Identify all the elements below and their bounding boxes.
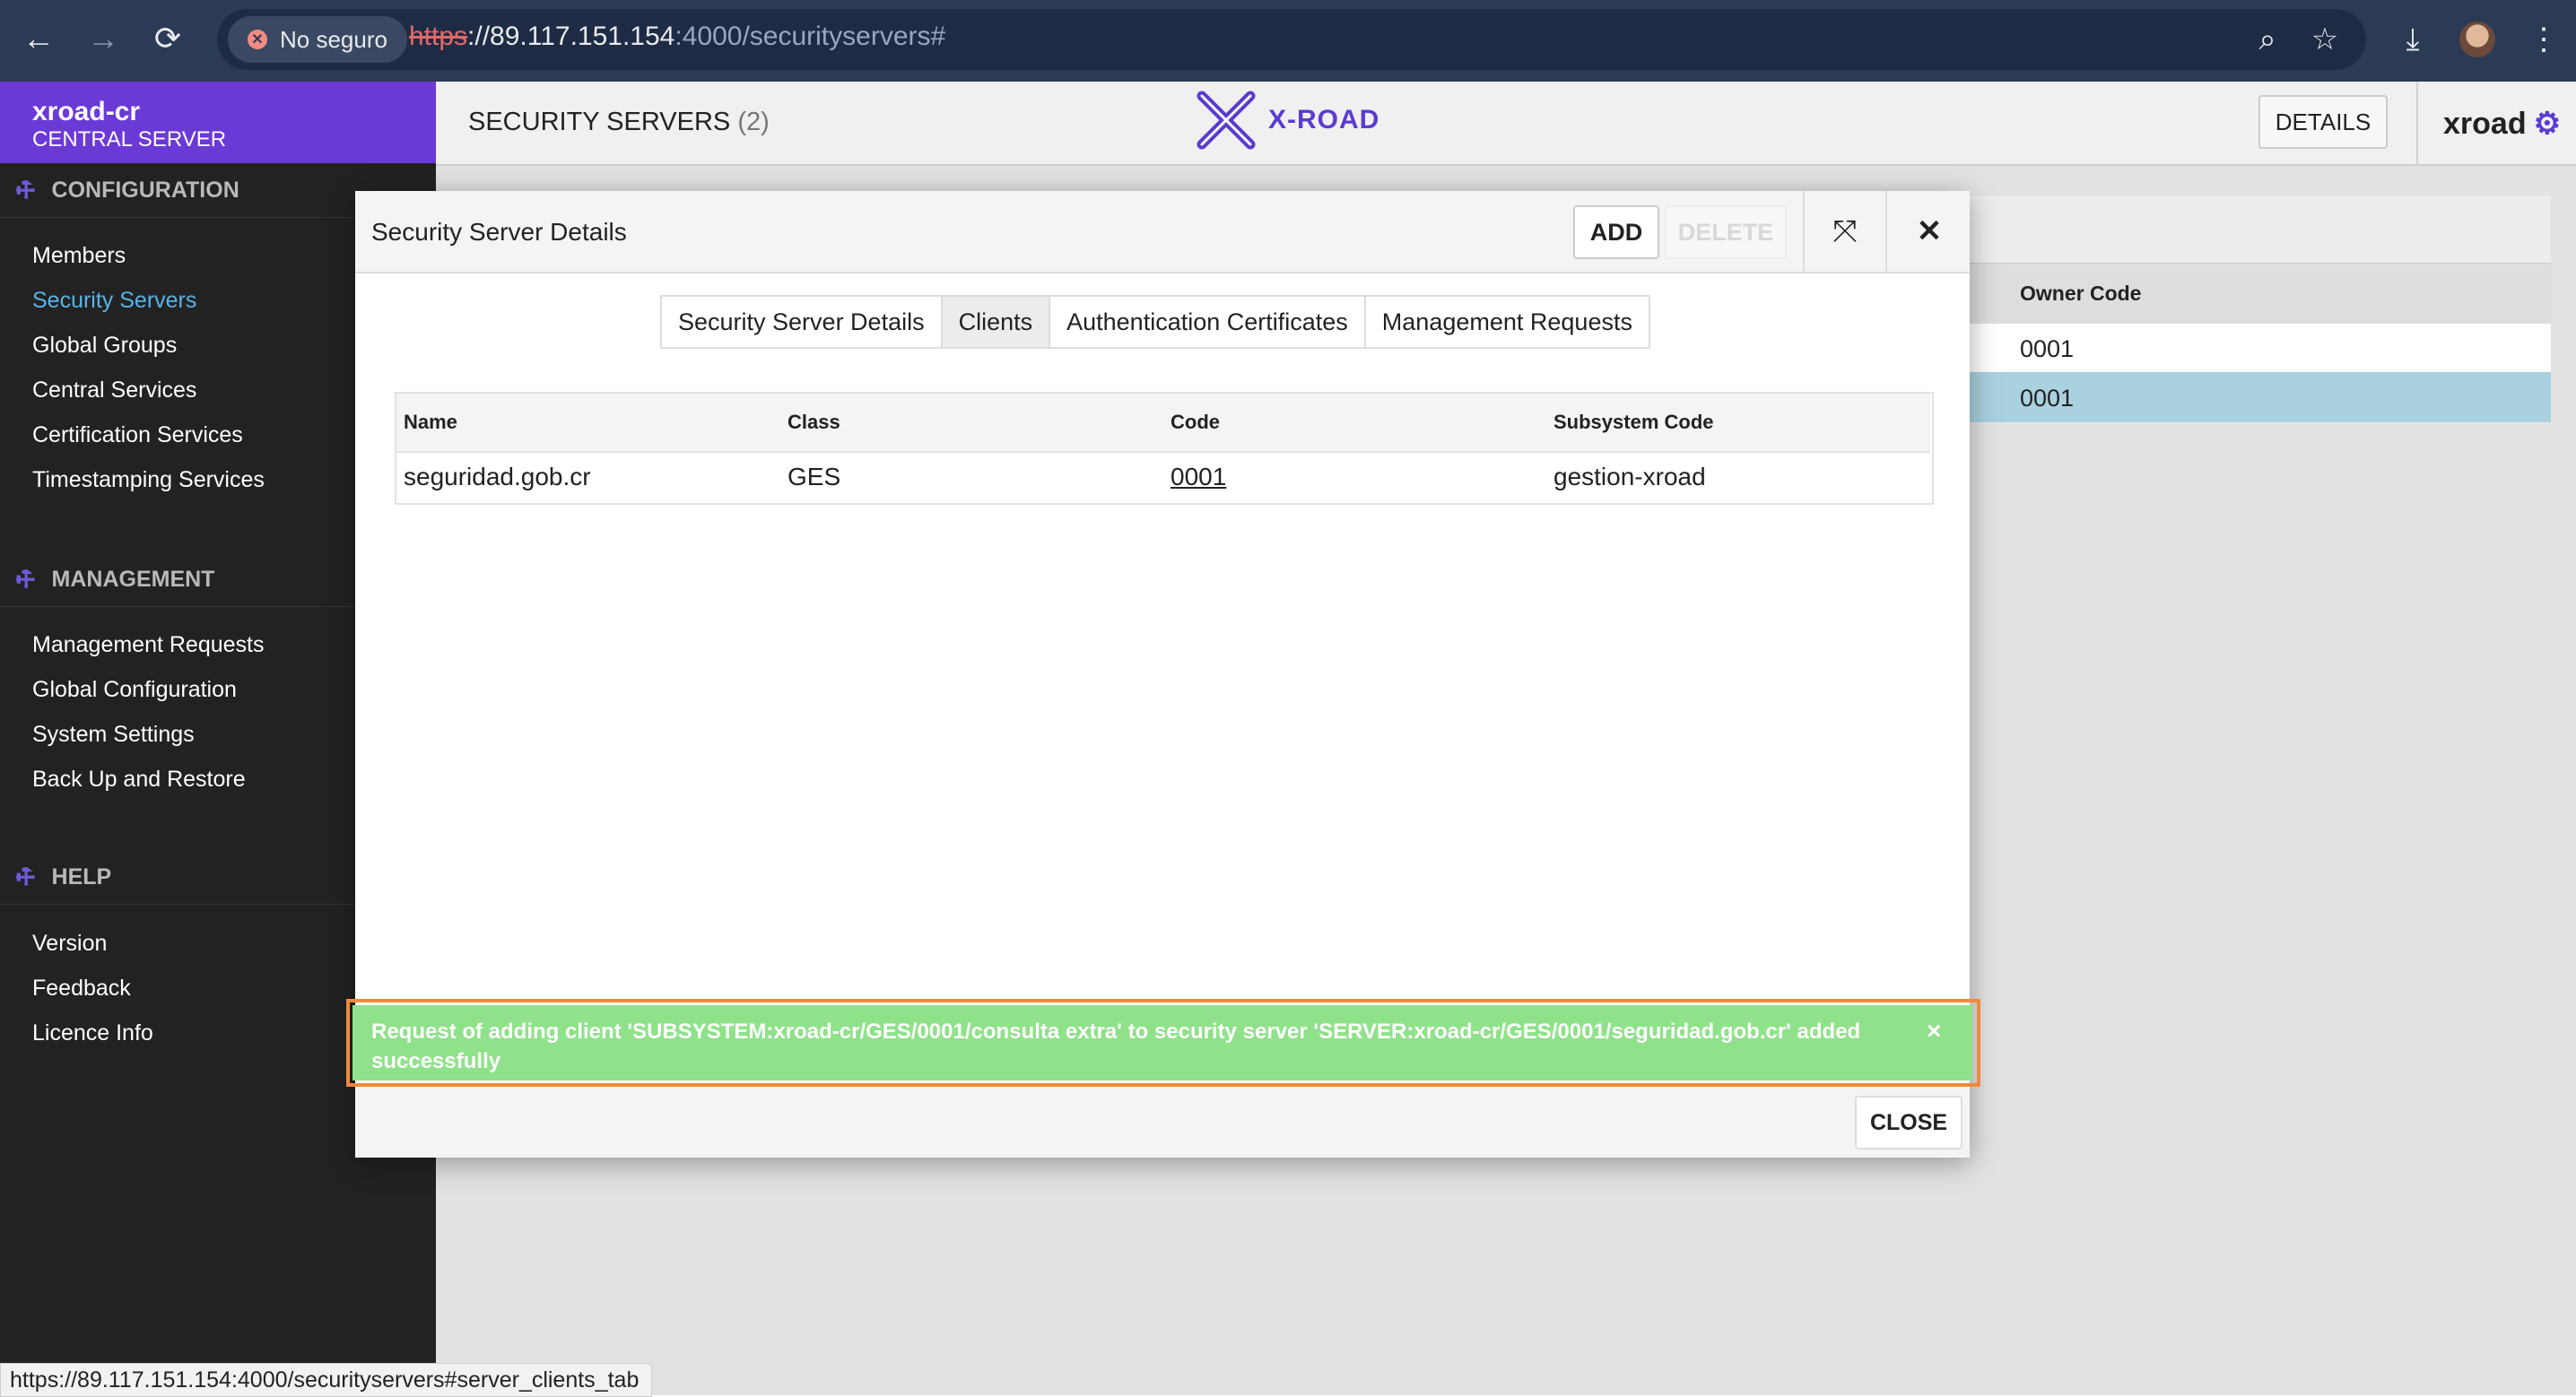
notification-close-icon[interactable]: × [1927, 1017, 1941, 1046]
status-bar-url: https://89.117.151.154:4000/securityserv… [0, 1363, 653, 1397]
wrench-icon: ⚒ [10, 563, 41, 595]
section-title: HELP [51, 863, 112, 889]
profile-avatar[interactable] [2459, 22, 2495, 57]
client-code-link[interactable]: 0001 [1171, 463, 1226, 491]
dialog-tabs: Security Server Details Clients Authenti… [660, 295, 1650, 349]
gear-icon[interactable]: ⚙ [2534, 106, 2561, 142]
security-indicator[interactable]: ✕ No seguro [228, 16, 407, 63]
sidebar-item-global-configuration[interactable]: Global Configuration [32, 677, 237, 703]
section-title: MANAGEMENT [51, 566, 215, 592]
sidebar-item-licence-info[interactable]: Licence Info [32, 1020, 153, 1046]
xroad-logo: X-ROAD [1197, 90, 1379, 151]
header-divider [2416, 82, 2418, 164]
client-class-cell: GES [788, 463, 841, 490]
column-class[interactable]: Class [788, 411, 840, 434]
user-menu[interactable]: xroad ⚙ [2443, 106, 2561, 142]
username: xroad [2443, 106, 2527, 141]
xroad-logo-icon [1197, 91, 1256, 150]
column-owner-code[interactable]: Owner Code [2020, 282, 2141, 306]
sidebar-item-security-servers[interactable]: Security Servers [32, 288, 196, 314]
zoom-icon[interactable]: ⌕ [2244, 16, 2291, 63]
sidebar-item-back-up-and-restore[interactable]: Back Up and Restore [32, 767, 246, 793]
add-button[interactable]: ADD [1573, 205, 1659, 259]
sidebar-item-management-requests[interactable]: Management Requests [32, 632, 264, 658]
sidebar-item-global-groups[interactable]: Global Groups [32, 333, 177, 359]
close-icon[interactable]: ✕ [1885, 191, 1971, 272]
reload-icon[interactable]: ⟳ [144, 14, 192, 63]
column-subsystem-code[interactable]: Subsystem Code [1553, 411, 1714, 434]
server-count: (2) [737, 108, 770, 136]
security-label: No seguro [280, 25, 387, 53]
url-text[interactable]: https://89.117.151.154:4000/securityserv… [409, 22, 945, 52]
wrench-icon: ⚒ [10, 861, 41, 893]
dialog-title: Security Server Details [371, 218, 627, 246]
tab-authentication-certificates[interactable]: Authentication Certificates [1050, 297, 1366, 347]
logo-text: X-ROAD [1268, 105, 1380, 134]
column-name[interactable]: Name [404, 411, 457, 434]
star-icon[interactable]: ☆ [2302, 16, 2348, 63]
close-button[interactable]: CLOSE [1855, 1096, 1962, 1150]
back-arrow-icon[interactable]: ← [14, 14, 63, 63]
more-menu-icon[interactable]: ⋮ [2520, 16, 2567, 63]
delete-button: DELETE [1665, 205, 1787, 259]
sidebar-item-feedback[interactable]: Feedback [32, 976, 131, 1002]
owner-code-cell: 0001 [2020, 385, 2075, 412]
sidebar-item-central-services[interactable]: Central Services [32, 377, 196, 403]
dialog-footer [355, 1087, 1970, 1158]
download-icon[interactable]: ⤓ [2389, 16, 2436, 63]
sidebar-item-certification-services[interactable]: Certification Services [32, 422, 243, 448]
url-host: ://89.117.151.154 [467, 22, 675, 51]
tab-clients[interactable]: Clients [942, 297, 1051, 347]
forward-arrow-icon[interactable]: → [79, 14, 127, 63]
notification-message: Request of adding client 'SUBSYSTEM:xroa… [371, 1020, 1861, 1073]
brand-subtitle: CENTRAL SERVER [32, 127, 227, 152]
page-title-text: SECURITY SERVERS [468, 108, 731, 136]
column-code[interactable]: Code [1171, 411, 1220, 434]
sidebar-item-system-settings[interactable]: System Settings [32, 722, 195, 748]
page-title: SECURITY SERVERS (2) [468, 108, 770, 137]
owner-code-cell: 0001 [2020, 335, 2075, 362]
instance-name: xroad-cr [32, 97, 141, 126]
sidebar-item-timestamping-services[interactable]: Timestamping Services [32, 467, 265, 493]
url-path: :4000/securityservers# [674, 22, 946, 51]
sidebar-item-members[interactable]: Members [32, 243, 126, 269]
tab-security-server-details[interactable]: Security Server Details [662, 297, 943, 347]
client-subsystem-cell: gestion-xroad [1553, 463, 1706, 490]
details-button[interactable]: DETAILS [2258, 95, 2388, 149]
sidebar-item-version[interactable]: Version [32, 931, 107, 957]
section-title: CONFIGURATION [51, 177, 239, 203]
insecure-icon: ✕ [248, 30, 267, 49]
wrench-icon: ⚒ [10, 174, 41, 206]
tab-management-requests[interactable]: Management Requests [1365, 297, 1649, 347]
maximize-icon[interactable]: ⤧ [1803, 191, 1885, 272]
client-name-cell[interactable]: seguridad.gob.cr [404, 463, 591, 491]
url-scheme: https [409, 22, 468, 51]
